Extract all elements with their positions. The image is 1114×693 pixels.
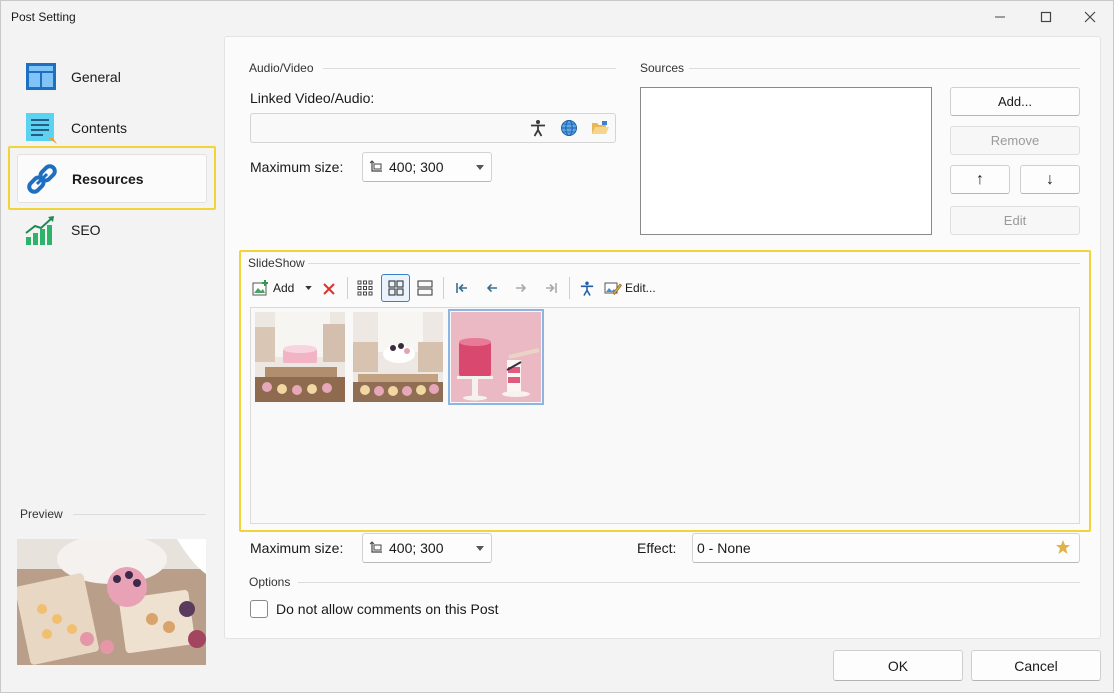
accessibility-button[interactable] bbox=[529, 118, 547, 138]
sources-remove-button[interactable]: Remove bbox=[950, 126, 1080, 155]
link-icon bbox=[27, 163, 57, 194]
close-icon bbox=[1084, 11, 1096, 23]
last-arrow-icon bbox=[546, 283, 557, 293]
accessibility-icon bbox=[580, 281, 594, 296]
add-image-icon bbox=[252, 280, 268, 296]
slideshow-max-size-label: Maximum size: bbox=[250, 540, 344, 556]
audio-video-divider bbox=[323, 68, 616, 69]
slideshow-group-label: SlideShow bbox=[248, 256, 305, 270]
view-list-button[interactable] bbox=[414, 277, 436, 299]
slideshow-thumbnail-selected[interactable] bbox=[448, 309, 544, 405]
delete-icon bbox=[323, 283, 335, 295]
browse-folder-button[interactable] bbox=[590, 118, 610, 138]
preview-image bbox=[17, 539, 206, 665]
right-arrow-icon bbox=[516, 283, 527, 293]
slideshow-thumbnail[interactable] bbox=[353, 312, 443, 402]
web-link-button[interactable] bbox=[559, 118, 579, 138]
post-setting-dialog: Post Setting General Contents Resources … bbox=[0, 0, 1114, 693]
effect-select[interactable]: 0 - None bbox=[692, 533, 1080, 563]
sidebar-item-label: General bbox=[71, 68, 121, 85]
document-icon bbox=[26, 112, 57, 144]
no-comments-label[interactable]: Do not allow comments on this Post bbox=[276, 601, 499, 617]
move-up-button[interactable]: ↑ bbox=[950, 165, 1010, 194]
linked-video-label: Linked Video/Audio: bbox=[250, 90, 375, 106]
toolbar-separator bbox=[347, 277, 348, 299]
sidebar-item-label: SEO bbox=[71, 221, 101, 238]
toolbar-separator bbox=[443, 277, 444, 299]
move-down-button[interactable]: ↓ bbox=[1020, 165, 1080, 194]
view-small-grid-button[interactable] bbox=[354, 277, 376, 299]
resize-icon bbox=[369, 541, 382, 553]
options-group-label: Options bbox=[249, 575, 291, 589]
move-prev-button[interactable] bbox=[481, 277, 503, 299]
title-bar: Post Setting bbox=[1, 1, 1113, 33]
left-arrow-icon bbox=[486, 283, 497, 293]
slideshow-thumbnail[interactable] bbox=[255, 312, 345, 402]
move-last-button[interactable] bbox=[540, 277, 562, 299]
sidebar-item-seo[interactable]: SEO bbox=[17, 205, 207, 254]
sources-list[interactable] bbox=[640, 87, 932, 235]
list-view-icon bbox=[417, 280, 433, 296]
chevron-down-icon bbox=[476, 546, 484, 551]
cancel-button[interactable]: Cancel bbox=[971, 650, 1101, 681]
accessibility-icon bbox=[531, 120, 545, 137]
slideshow-edit-label: Edit... bbox=[625, 281, 656, 295]
effect-label: Effect: bbox=[637, 540, 677, 556]
slideshow-add-dropdown[interactable] bbox=[302, 282, 314, 294]
window-title: Post Setting bbox=[11, 10, 76, 24]
chevron-down-icon bbox=[304, 286, 312, 290]
folder-open-icon bbox=[592, 121, 609, 134]
maximize-icon bbox=[1040, 11, 1052, 23]
move-first-button[interactable] bbox=[451, 277, 473, 299]
growth-chart-icon bbox=[25, 215, 54, 245]
toolbar-separator bbox=[569, 277, 570, 299]
globe-icon bbox=[561, 120, 577, 136]
sidebar-item-label: Resources bbox=[72, 170, 144, 187]
av-max-size-label: Maximum size: bbox=[250, 159, 344, 175]
ok-button[interactable]: OK bbox=[833, 650, 963, 681]
edit-image-icon bbox=[604, 282, 622, 295]
preview-label: Preview bbox=[20, 507, 63, 521]
view-large-grid-button[interactable] bbox=[381, 274, 410, 302]
sources-edit-button[interactable]: Edit bbox=[950, 206, 1080, 235]
maximize-button[interactable] bbox=[1023, 1, 1069, 33]
sources-group-label: Sources bbox=[640, 61, 685, 75]
av-max-size-value: 400; 300 bbox=[389, 159, 444, 175]
sidebar-item-resources[interactable]: Resources bbox=[17, 154, 207, 203]
sidebar-item-general[interactable]: General bbox=[17, 52, 207, 101]
sources-divider bbox=[689, 68, 1080, 69]
preview-divider bbox=[73, 514, 206, 515]
minimize-icon bbox=[995, 16, 1005, 18]
resize-icon bbox=[369, 160, 382, 172]
audio-video-group-label: Audio/Video bbox=[249, 61, 314, 75]
slideshow-add-button[interactable]: Add bbox=[252, 277, 298, 299]
options-divider bbox=[298, 582, 1080, 583]
first-arrow-icon bbox=[456, 283, 467, 293]
large-grid-icon bbox=[387, 280, 404, 296]
move-next-button[interactable] bbox=[510, 277, 532, 299]
minimize-button[interactable] bbox=[977, 1, 1023, 33]
small-grid-icon bbox=[357, 280, 373, 296]
chevron-down-icon bbox=[476, 165, 484, 170]
sources-add-button[interactable]: Add... bbox=[950, 87, 1080, 116]
sidebar-item-contents[interactable]: Contents bbox=[17, 103, 207, 152]
effect-value: 0 - None bbox=[697, 540, 751, 556]
layout-icon bbox=[26, 62, 56, 90]
slideshow-max-size-value: 400; 300 bbox=[389, 540, 444, 556]
close-button[interactable] bbox=[1067, 1, 1113, 33]
slideshow-max-size-select[interactable]: 400; 300 bbox=[362, 533, 492, 563]
slideshow-divider bbox=[308, 263, 1080, 264]
av-max-size-select[interactable]: 400; 300 bbox=[362, 152, 492, 182]
sidebar-item-label: Contents bbox=[71, 119, 128, 136]
slideshow-add-label: Add bbox=[273, 281, 295, 295]
no-comments-checkbox[interactable] bbox=[250, 600, 268, 618]
slideshow-accessibility-button[interactable] bbox=[576, 277, 598, 299]
slideshow-delete-button[interactable] bbox=[319, 279, 339, 299]
star-icon[interactable] bbox=[1055, 539, 1071, 555]
slideshow-edit-button[interactable]: Edit... bbox=[604, 277, 658, 299]
